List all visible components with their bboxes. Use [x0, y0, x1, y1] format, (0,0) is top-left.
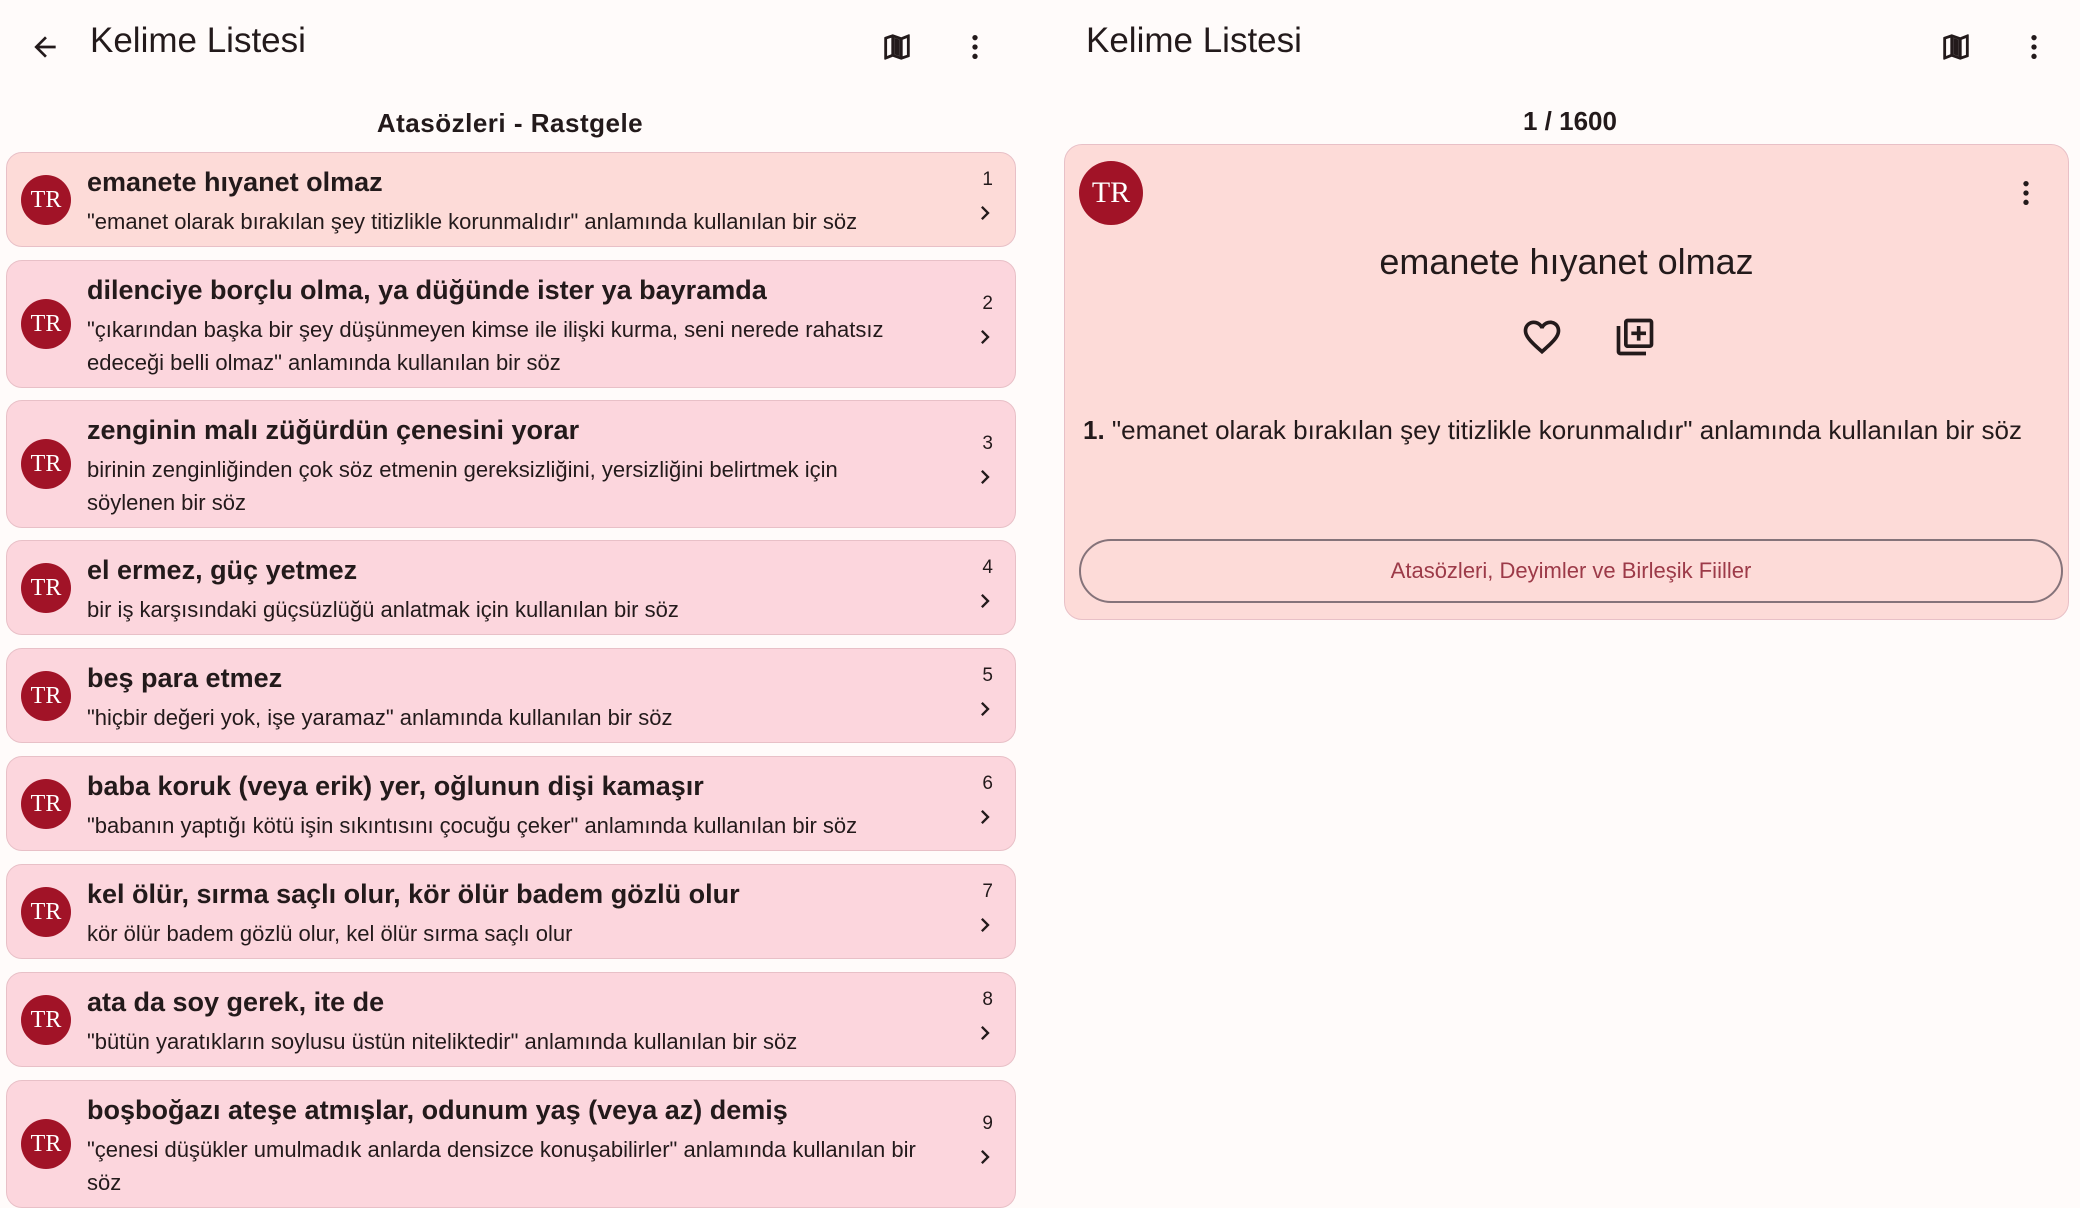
item-number: 1 [982, 169, 993, 190]
avatar: TR [21, 671, 71, 721]
item-number: 7 [982, 881, 993, 902]
word-counter: 1 / 1600 [1523, 106, 1617, 136]
item-description: "emanet olarak bırakılan şey titizlikle … [87, 209, 858, 234]
map-button[interactable] [872, 22, 922, 72]
word-card: TR emanete hıyanet olmaz 1. "emanet olar… [1064, 144, 2069, 620]
left-top-app-bar: Kelime Listesi [0, 0, 1040, 92]
item-title: boşboğazı ateşe atmışlar, odunum yaş (ve… [87, 1095, 788, 1125]
item-title: baba koruk (veya erik) yer, oğlunun dişi… [87, 771, 704, 801]
item-number: 9 [982, 1113, 993, 1134]
category-chip[interactable]: Atasözleri, Deyimler ve Birleşik Fiiller [1079, 539, 2063, 603]
avatar: TR [21, 299, 71, 349]
chevron-right-icon [981, 594, 990, 608]
item-number: 4 [982, 557, 993, 578]
item-number: 2 [982, 293, 993, 314]
item-number: 3 [982, 433, 993, 454]
more-vert-icon [2031, 35, 2037, 59]
item-title: beş para etmez [87, 663, 283, 693]
detail-title: Kelime Listesi [1086, 21, 1302, 60]
library-add-icon[interactable] [1613, 315, 1657, 359]
item-description: birinin zenginliğinden çok söz etmenin g… [87, 457, 838, 515]
page-title: Kelime Listesi [90, 21, 306, 60]
definition: 1. "emanet olarak bırakılan şey titizlik… [1083, 411, 2040, 450]
chevron-right-icon [981, 206, 990, 220]
chevron-right-icon [981, 1150, 990, 1164]
avatar: TR [21, 779, 71, 829]
right-top-app-bar: Kelime Listesi [1040, 0, 2080, 92]
list-item[interactable]: TR beş para etmez "hiçbir değeri yok, iş… [6, 648, 1016, 743]
list-item[interactable]: TR ata da soy gerek, ite de "bütün yarat… [6, 972, 1016, 1067]
definition-number: 1. [1083, 415, 1105, 445]
item-title: dilenciye borçlu olma, ya düğünde ister … [87, 275, 767, 305]
word-list-pane: Kelime Listesi Atasözleri - Rastgele TR … [0, 0, 1040, 1208]
item-description: bir iş karşısındaki güçsüzlüğü anlatmak … [87, 597, 679, 622]
item-description: "bütün yaratıkların soylusu üstün niteli… [87, 1029, 798, 1054]
definition-text: "emanet olarak bırakılan şey titizlikle … [1104, 415, 2023, 445]
list-item[interactable]: TR zenginin malı züğürdün çenesini yorar… [6, 400, 1016, 528]
avatar: TR [21, 175, 71, 225]
overflow-menu-button[interactable] [2009, 22, 2059, 72]
list-item[interactable]: TR dilenciye borçlu olma, ya düğünde ist… [6, 260, 1016, 388]
item-description: "çenesi düşükler umulmadık anlarda densi… [87, 1137, 916, 1195]
list-item[interactable]: TR boşboğazı ateşe atmışlar, odunum yaş … [6, 1080, 1016, 1208]
chevron-right-icon [981, 1026, 990, 1040]
word-heading: emanete hıyanet olmaz [1379, 241, 1754, 282]
word-detail-pane: Kelime Listesi 1 / 1600 TR emanete hıyan… [1040, 0, 2080, 1170]
item-title: kel ölür, sırma saçlı olur, kör ölür bad… [87, 879, 740, 909]
item-number: 8 [982, 989, 993, 1010]
map-icon [1943, 34, 1969, 60]
more-vert-icon [2023, 181, 2029, 205]
overflow-menu-button[interactable] [950, 22, 1000, 72]
list-item[interactable]: TR emanete hıyanet olmaz "emanet olarak … [6, 152, 1016, 247]
avatar: TR [21, 995, 71, 1045]
card-menu-button[interactable] [2006, 171, 2046, 215]
avatar: TR [21, 439, 71, 489]
item-title: zenginin malı züğürdün çenesini yorar [87, 415, 580, 445]
arrow-back-icon [34, 36, 56, 58]
avatar: TR [21, 887, 71, 937]
item-number: 5 [982, 665, 993, 686]
map-icon [884, 34, 910, 60]
avatar: TR [21, 1119, 71, 1169]
map-button[interactable] [1931, 22, 1981, 72]
heart-icon[interactable] [1520, 315, 1564, 359]
chevron-right-icon [981, 702, 990, 716]
chevron-right-icon [981, 330, 990, 344]
more-vert-icon [972, 35, 978, 59]
item-title: el ermez, güç yetmez [87, 555, 358, 585]
avatar: TR [1079, 161, 1143, 225]
item-description: "babanın yaptığı kötü işin sıkıntısını ç… [87, 813, 858, 838]
item-description: "hiçbir değeri yok, işe yaramaz" anlamın… [87, 705, 673, 730]
list-item[interactable]: TR kel ölür, sırma saçlı olur, kör ölür … [6, 864, 1016, 959]
item-description: kör ölür badem gözlü olur, kel ölür sırm… [87, 921, 573, 946]
avatar: TR [21, 563, 71, 613]
list-item[interactable]: TR el ermez, güç yetmez bir iş karşısınd… [6, 540, 1016, 635]
chevron-right-icon [981, 470, 990, 484]
item-number: 6 [982, 773, 993, 794]
list-item[interactable]: TR baba koruk (veya erik) yer, oğlunun d… [6, 756, 1016, 851]
item-title: emanete hıyanet olmaz [87, 167, 383, 197]
list-subtitle: Atasözleri - Rastgele [376, 108, 644, 138]
back-button[interactable] [20, 22, 70, 72]
chevron-right-icon [981, 810, 990, 824]
item-description: "çıkarından başka bir şey düşünmeyen kim… [87, 317, 884, 375]
chevron-right-icon [981, 918, 990, 932]
item-title: ata da soy gerek, ite de [87, 987, 385, 1017]
